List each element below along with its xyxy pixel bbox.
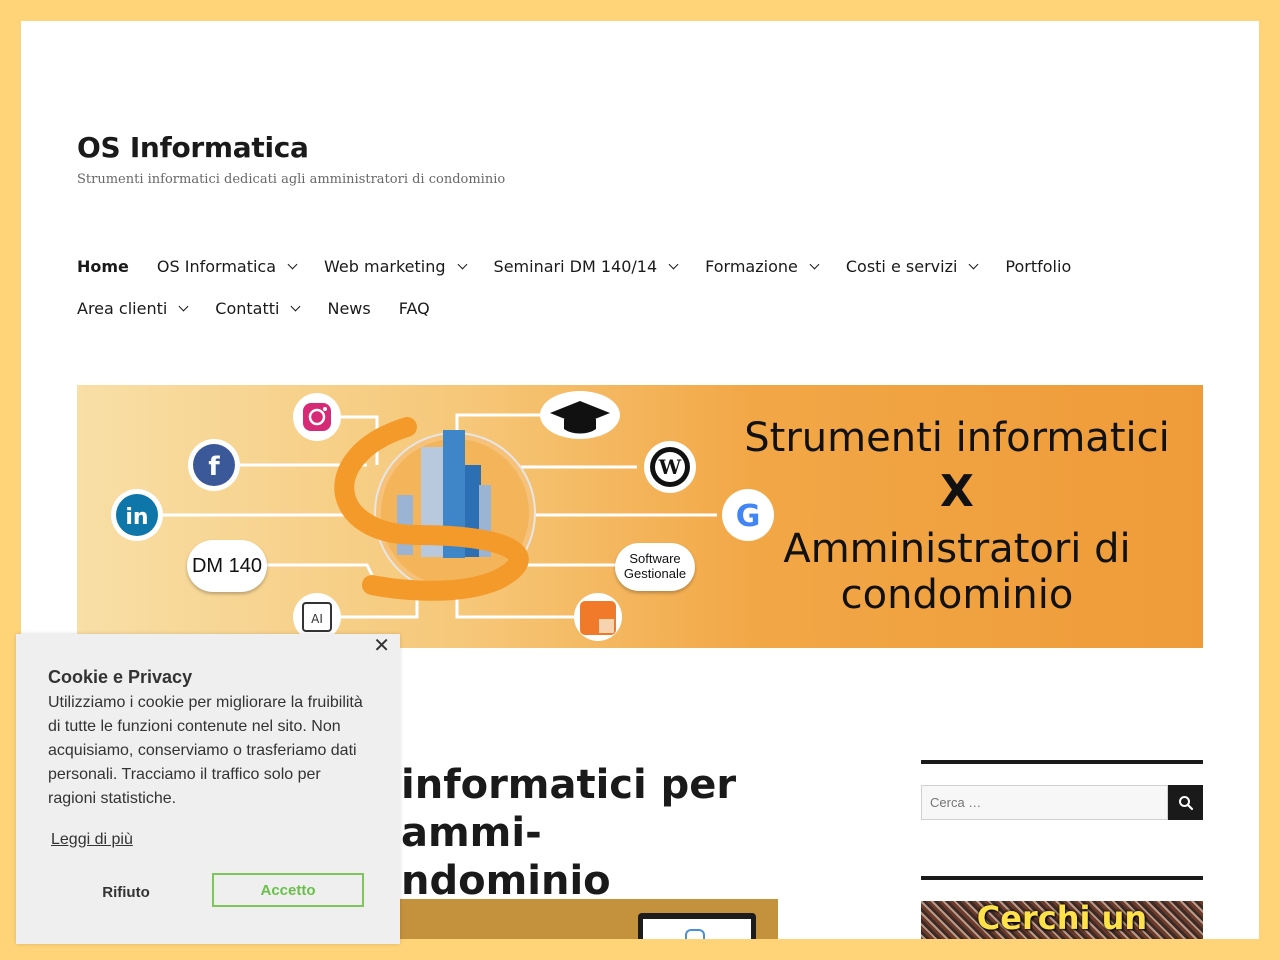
ai-chip-label: AI xyxy=(311,612,323,626)
menu-item-seminari[interactable]: Seminari DM 140/14 xyxy=(493,256,679,276)
banner-x: X xyxy=(940,466,974,517)
ad-banner-text: Cerchi un xyxy=(976,901,1148,937)
facebook-icon: f xyxy=(188,439,240,491)
menu-item-label: Seminari DM 140/14 xyxy=(493,256,658,276)
sidebar-ad-banner[interactable]: Cerchi un xyxy=(921,901,1203,939)
search-form xyxy=(921,785,1203,820)
sidebar-divider xyxy=(921,876,1203,880)
menu-item-label: Web marketing xyxy=(324,256,446,276)
post-title[interactable]: informatici per ammi- ndominio xyxy=(401,761,871,905)
software-label: Software xyxy=(629,551,681,567)
search-button[interactable] xyxy=(1168,785,1203,820)
svg-text:W: W xyxy=(658,455,682,479)
chevron-down-icon[interactable] xyxy=(968,259,979,269)
chevron-down-icon[interactable] xyxy=(809,259,820,269)
dm140-bubble: DM 140 xyxy=(187,540,267,592)
menu-item-label: FAQ xyxy=(398,298,430,318)
menu-item-label: Portfolio xyxy=(1005,256,1072,276)
chevron-down-icon[interactable] xyxy=(178,301,189,311)
menu-item-formazione[interactable]: Formazione xyxy=(705,256,820,276)
menu-item-home[interactable]: Home xyxy=(77,257,129,276)
menu-item-label: Contatti xyxy=(215,298,280,318)
menu-item-news[interactable]: News xyxy=(327,299,370,318)
post-featured-image[interactable] xyxy=(391,899,778,939)
search-input[interactable] xyxy=(921,785,1168,820)
menu-item-area-clienti[interactable]: Area clienti xyxy=(77,298,189,318)
menu-item-label: OS Informatica xyxy=(156,256,277,276)
site-title[interactable]: OS Informatica xyxy=(77,131,309,164)
reject-button[interactable]: Rifiuto xyxy=(64,873,188,911)
wordpress-icon: W xyxy=(644,441,696,493)
header-banner-image[interactable]: f in W G AI DM 140 Software Gestionale S… xyxy=(77,385,1203,648)
gestionale-label: Gestionale xyxy=(623,566,687,581)
svg-text:f: f xyxy=(208,452,220,482)
menu-row-2: Area clienti Contatti News FAQ xyxy=(77,287,1157,329)
building-logo xyxy=(334,417,536,601)
menu-row-1: Home OS Informatica Web marketing Semina… xyxy=(77,245,1157,287)
menu-item-label: Area clienti xyxy=(77,298,168,318)
chevron-down-icon[interactable] xyxy=(457,259,467,269)
close-icon[interactable]: ✕ xyxy=(373,636,390,656)
cookie-banner: ✕ Cookie e Privacy Utilizziamo i cookie … xyxy=(16,634,400,944)
menu-item-contatti[interactable]: Contatti xyxy=(215,298,301,318)
banner-line-2: Amministratori di condominio xyxy=(783,525,1131,618)
instagram-icon xyxy=(293,393,341,441)
sidebar-divider xyxy=(921,760,1203,764)
calculator-icon xyxy=(574,593,622,641)
menu-item-label: Formazione xyxy=(705,256,798,276)
chevron-down-icon[interactable] xyxy=(291,301,301,311)
svg-text:in: in xyxy=(125,505,148,530)
search-icon xyxy=(1178,795,1193,810)
read-more-link[interactable]: Leggi di più xyxy=(51,831,133,849)
menu-item-label: Home xyxy=(77,256,129,276)
post-title-text: informatici per ammi- ndominio xyxy=(401,762,737,904)
menu-item-web-marketing[interactable]: Web marketing xyxy=(324,256,467,276)
menu-item-label: News xyxy=(327,298,371,318)
cookie-title: Cookie e Privacy xyxy=(48,667,193,687)
software-gestionale-bubble: Software Gestionale xyxy=(615,543,695,591)
chevron-down-icon[interactable] xyxy=(287,259,298,269)
accept-button[interactable]: Accetto xyxy=(212,873,364,907)
menu-item-os-informatica[interactable]: OS Informatica xyxy=(156,256,298,276)
linkedin-icon: in xyxy=(111,489,163,541)
menu-item-label: Costi e servizi xyxy=(845,256,958,276)
site-description: Strumenti informatici dedicati agli ammi… xyxy=(77,172,506,187)
dm140-label: DM 140 xyxy=(191,554,263,577)
menu-item-costi-servizi[interactable]: Costi e servizi xyxy=(845,256,979,276)
menu-item-portfolio[interactable]: Portfolio xyxy=(1005,257,1071,276)
cookie-text: Utilizziamo i cookie per migliorare la f… xyxy=(48,694,363,807)
menu-item-faq[interactable]: FAQ xyxy=(399,299,430,318)
banner-line-1: Strumenti informatici xyxy=(744,415,1170,461)
main-navigation: Home OS Informatica Web marketing Semina… xyxy=(77,245,1157,329)
graduation-cap-icon xyxy=(540,391,620,439)
laptop-screen-graphic xyxy=(638,913,756,939)
chevron-down-icon[interactable] xyxy=(668,259,679,269)
banner-headline: Strumenti informatici X Amministratori d… xyxy=(717,415,1197,618)
